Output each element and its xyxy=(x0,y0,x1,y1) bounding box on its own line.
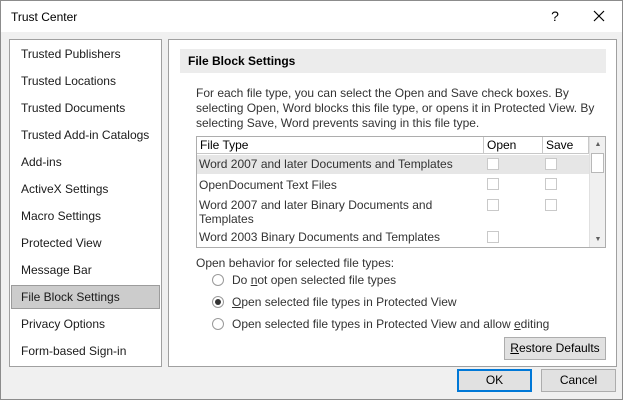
radio-button[interactable] xyxy=(212,318,224,330)
table-header: File Type Open Save xyxy=(197,137,589,154)
section-title: File Block Settings xyxy=(180,49,606,73)
sidebar-item-protected-view[interactable]: Protected View xyxy=(11,231,160,255)
sidebar: Trusted Publishers Trusted Locations Tru… xyxy=(9,39,162,367)
table-row[interactable]: Word 2003 Binary Documents and Templates xyxy=(197,228,589,247)
sidebar-item-privacy-options[interactable]: Privacy Options xyxy=(11,312,160,336)
scroll-up-arrow-icon[interactable]: ▲ xyxy=(590,137,605,152)
file-type-cell: OpenDocument Text Files xyxy=(199,178,337,192)
table-row[interactable]: Word 2007 and later Binary Documents and… xyxy=(197,195,589,228)
sidebar-item-trusted-publishers[interactable]: Trusted Publishers xyxy=(11,42,160,66)
ok-button[interactable]: OK xyxy=(457,369,532,392)
radio-label: Open selected file types in Protected Vi… xyxy=(232,317,550,331)
column-header-open[interactable]: Open xyxy=(484,137,543,154)
content-panel: File Block Settings For each file type, … xyxy=(168,39,617,367)
column-header-file-type[interactable]: File Type xyxy=(197,137,484,154)
table-row[interactable]: OpenDocument Text Files xyxy=(197,174,589,195)
sidebar-item-form-based-sign-in[interactable]: Form-based Sign-in xyxy=(11,339,160,363)
table-row[interactable]: Word 2007 and later Documents and Templa… xyxy=(197,155,589,174)
trust-center-dialog: Trust Center ? Trusted Publishers Truste… xyxy=(0,0,623,400)
radio-label: Do not open selected file types xyxy=(232,273,397,287)
sidebar-item-file-block-settings[interactable]: File Block Settings xyxy=(11,285,160,309)
open-checkbox[interactable] xyxy=(487,158,499,170)
close-icon xyxy=(593,10,605,22)
file-type-cell: Word 2007 and later Binary Documents and… xyxy=(199,198,433,226)
description-text: For each file type, you can select the O… xyxy=(196,86,595,130)
sidebar-item-macro-settings[interactable]: Macro Settings xyxy=(11,204,160,228)
scroll-thumb[interactable] xyxy=(591,153,604,173)
close-button[interactable] xyxy=(586,5,612,27)
window-title: Trust Center xyxy=(11,10,78,24)
sidebar-item-trusted-documents[interactable]: Trusted Documents xyxy=(11,96,160,120)
scroll-down-arrow-icon[interactable]: ▼ xyxy=(590,232,605,247)
save-checkbox[interactable] xyxy=(545,178,557,190)
table-scrollbar[interactable]: ▲ ▼ xyxy=(589,137,605,247)
sidebar-item-trusted-locations[interactable]: Trusted Locations xyxy=(11,69,160,93)
sidebar-item-message-bar[interactable]: Message Bar xyxy=(11,258,160,282)
open-checkbox[interactable] xyxy=(487,231,499,243)
open-checkbox[interactable] xyxy=(487,199,499,211)
radio-label: Open selected file types in Protected Vi… xyxy=(232,295,457,309)
sidebar-item-add-ins[interactable]: Add-ins xyxy=(11,150,160,174)
restore-defaults-button[interactable]: Restore Defaults xyxy=(504,337,606,360)
title-bar: Trust Center ? xyxy=(1,1,622,32)
save-checkbox[interactable] xyxy=(545,158,557,170)
save-checkbox[interactable] xyxy=(545,199,557,211)
radio-button[interactable] xyxy=(212,296,224,308)
column-header-save[interactable]: Save xyxy=(543,137,589,154)
file-type-table: File Type Open Save Word 2007 and later … xyxy=(196,136,606,248)
help-icon: ? xyxy=(551,8,559,24)
radio-button[interactable] xyxy=(212,274,224,286)
file-type-cell: Word 2007 and later Documents and Templa… xyxy=(199,157,453,171)
sidebar-item-activex-settings[interactable]: ActiveX Settings xyxy=(11,177,160,201)
help-button[interactable]: ? xyxy=(543,5,567,27)
file-type-cell: Word 2003 Binary Documents and Templates xyxy=(199,230,441,244)
open-behavior-label: Open behavior for selected file types: xyxy=(196,256,395,270)
sidebar-item-trusted-add-in-catalogs[interactable]: Trusted Add-in Catalogs xyxy=(11,123,160,147)
cancel-button[interactable]: Cancel xyxy=(541,369,616,392)
open-checkbox[interactable] xyxy=(487,178,499,190)
